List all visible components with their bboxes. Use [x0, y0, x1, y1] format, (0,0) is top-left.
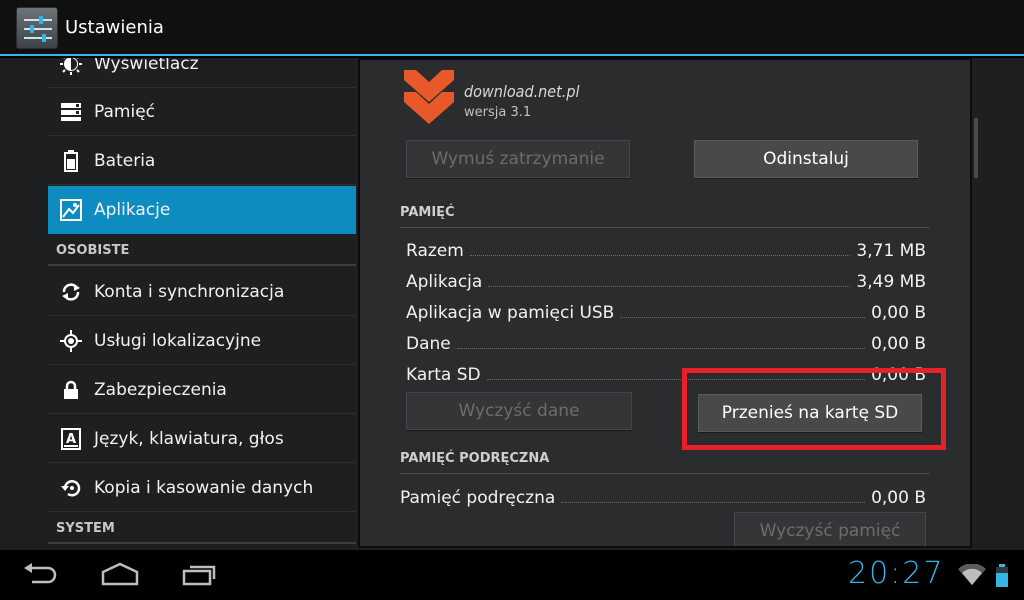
sidebar-item-display[interactable]: Wyświetlacz [48, 58, 356, 88]
lock-icon [48, 380, 94, 400]
sidebar-item-storage[interactable]: Pamięć [48, 88, 356, 136]
sidebar-item-label: Kopia i kasowanie danych [94, 477, 314, 498]
row-value: 0,00 B [871, 334, 926, 354]
storage-icon [48, 102, 94, 122]
cache-section-header: PAMIĘĆ PODRĘCZNA [400, 448, 930, 474]
highlight-frame [682, 368, 946, 450]
clock[interactable]: 20:27 [848, 556, 944, 591]
app-info-panel: download.net.pl wersja 3.1 Wymuś zatrzym… [358, 58, 972, 548]
back-icon[interactable] [22, 562, 58, 590]
row-value: 3,49 MB [856, 272, 926, 292]
action-bar: Ustawienia [0, 0, 1024, 56]
sidebar-item-label: Wyświetlacz [94, 58, 199, 74]
sidebar-item-location[interactable]: Usługi lokalizacyjne [48, 317, 356, 365]
sidebar-item-accounts-sync[interactable]: Konta i synchronizacja [48, 268, 356, 316]
sidebar-item-label: Usługi lokalizacyjne [94, 330, 262, 351]
storage-row-app: Aplikacja 3,49 MB [406, 268, 926, 292]
section-header-personal: OSOBISTE [48, 236, 356, 266]
sidebar-item-label: Zabezpieczenia [94, 379, 227, 400]
scrollbar[interactable] [974, 118, 978, 178]
storage-section-header: PAMIĘĆ [400, 202, 930, 228]
home-icon[interactable] [100, 562, 140, 590]
sidebar-item-battery[interactable]: Bateria [48, 137, 356, 185]
sidebar-item-apps[interactable]: Aplikacje [48, 186, 356, 234]
sidebar-item-label: Bateria [94, 150, 156, 171]
force-stop-button[interactable]: Wymuś zatrzymanie [406, 140, 630, 178]
storage-row-usb: Aplikacja w pamięci USB 0,00 B [406, 299, 926, 323]
settings-sidebar: Wyświetlacz Pamięć Bateria Aplikacje OSO… [48, 58, 356, 550]
cache-row: Pamięć podręczna 0,00 B [400, 484, 926, 508]
sidebar-item-label: Język, klawiatura, głos [94, 428, 284, 449]
brightness-icon [48, 58, 94, 75]
sidebar-item-label: Pamięć [94, 101, 155, 122]
row-label: Aplikacja w pamięci USB [406, 303, 615, 323]
section-header-system: SYSTEM [48, 514, 356, 544]
row-value: 0,00 B [871, 488, 926, 508]
page-title: Ustawienia [65, 17, 164, 38]
battery-status-icon [995, 564, 1009, 592]
content-area: Wyświetlacz Pamięć Bateria Aplikacje OSO… [0, 58, 1024, 550]
row-label: Dane [406, 334, 451, 354]
app-logo-icon [404, 70, 454, 132]
sidebar-item-label: Konta i synchronizacja [94, 281, 285, 302]
sync-icon [48, 281, 94, 303]
clear-data-button[interactable]: Wyczyść dane [406, 392, 632, 430]
battery-icon [48, 149, 94, 172]
row-value: 3,71 MB [856, 241, 926, 261]
sidebar-item-backup-reset[interactable]: Kopia i kasowanie danych [48, 464, 356, 512]
system-bar: 20:27 [0, 550, 1024, 600]
row-label: Karta SD [406, 365, 481, 385]
settings-sliders-icon[interactable] [16, 7, 58, 49]
app-version: wersja 3.1 [464, 105, 532, 120]
uninstall-button[interactable]: Odinstaluj [694, 140, 918, 178]
app-name: download.net.pl [464, 82, 580, 101]
svg-text:A: A [66, 432, 76, 447]
sidebar-item-label: Aplikacje [94, 199, 171, 220]
storage-row-data: Dane 0,00 B [406, 330, 926, 354]
backup-icon [48, 477, 94, 499]
row-label: Aplikacja [406, 272, 483, 292]
row-label: Pamięć podręczna [400, 488, 556, 508]
language-icon: A [48, 427, 94, 450]
apps-icon [48, 198, 94, 221]
recent-apps-icon[interactable] [182, 562, 218, 590]
sidebar-item-security[interactable]: Zabezpieczenia [48, 366, 356, 414]
location-icon [48, 329, 94, 352]
sidebar-item-language[interactable]: A Język, klawiatura, głos [48, 415, 356, 463]
storage-row-total: Razem 3,71 MB [406, 237, 926, 261]
clear-cache-button[interactable]: Wyczyść pamięć [734, 512, 926, 546]
row-label: Razem [406, 241, 464, 261]
wifi-icon [958, 563, 986, 590]
row-value: 0,00 B [871, 303, 926, 323]
